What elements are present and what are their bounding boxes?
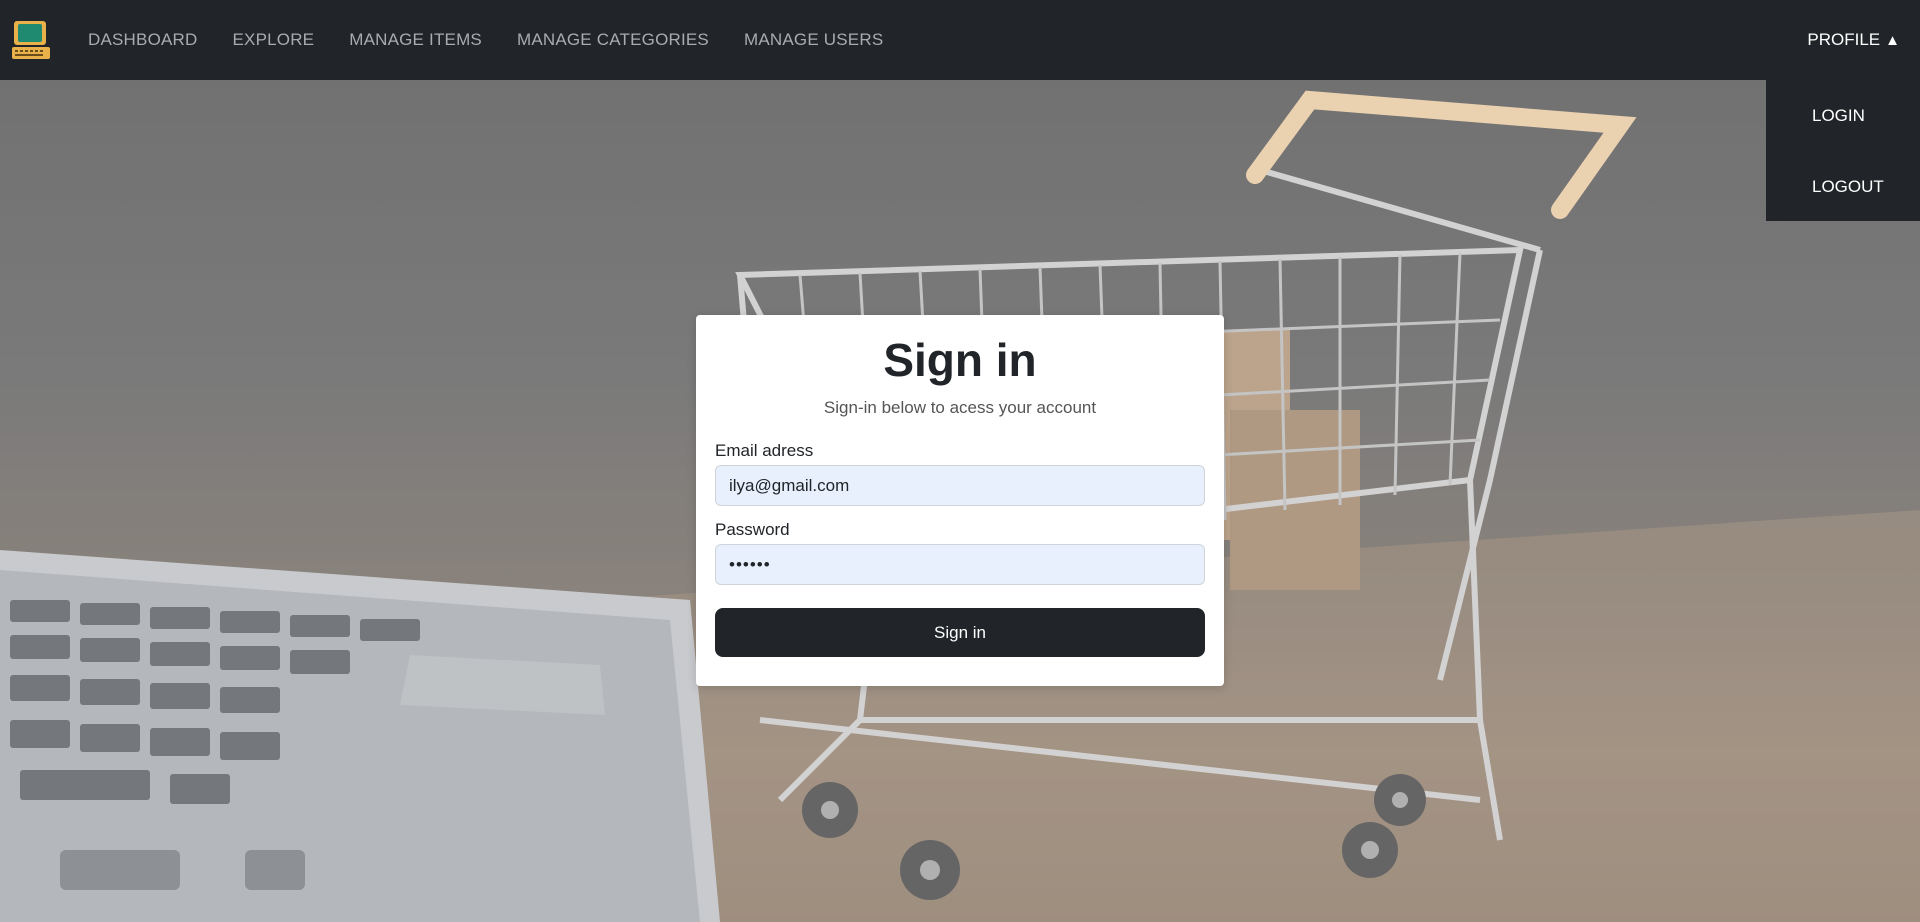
profile-dropdown-toggle[interactable]: PROFILE ▲: [1807, 30, 1900, 50]
nav-link-manage-categories[interactable]: MANAGE CATEGORIES: [517, 30, 709, 50]
signin-button[interactable]: Sign in: [715, 608, 1205, 657]
signin-card: Sign in Sign-in below to acess your acco…: [696, 315, 1224, 686]
profile-dropdown-menu: LOGIN LOGOUT: [1766, 80, 1920, 221]
email-label: Email adress: [715, 441, 814, 460]
dropdown-item-logout[interactable]: LOGOUT: [1812, 177, 1884, 197]
computer-icon: [12, 21, 50, 59]
nav-link-explore[interactable]: EXPLORE: [233, 30, 315, 50]
password-field[interactable]: [715, 544, 1205, 585]
nav-links: DASHBOARD EXPLORE MANAGE ITEMS MANAGE CA…: [88, 30, 918, 50]
nav-link-manage-items[interactable]: MANAGE ITEMS: [349, 30, 482, 50]
nav-link-manage-users[interactable]: MANAGE USERS: [744, 30, 883, 50]
brand-logo[interactable]: [9, 18, 53, 62]
profile-label: PROFILE: [1807, 30, 1881, 49]
caret-up-icon: ▲: [1885, 32, 1900, 49]
nav-link-dashboard[interactable]: DASHBOARD: [88, 30, 198, 50]
signin-title: Sign in: [883, 334, 1037, 386]
dropdown-item-login[interactable]: LOGIN: [1812, 106, 1865, 126]
top-navbar: DASHBOARD EXPLORE MANAGE ITEMS MANAGE CA…: [0, 0, 1920, 221]
signin-subtitle: Sign-in below to acess your account: [823, 398, 1097, 417]
profile-menu: PROFILE ▲: [1807, 0, 1900, 80]
email-field[interactable]: [715, 465, 1205, 506]
password-label: Password: [715, 520, 790, 539]
